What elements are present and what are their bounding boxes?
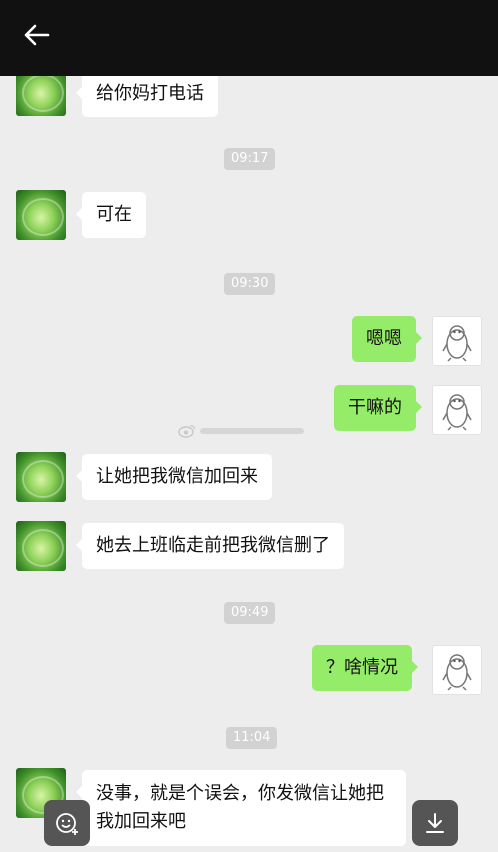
timestamp: 09:30 [224,273,276,295]
weibo-icon [178,425,196,438]
arrow-left-icon [24,24,50,46]
watermark [178,424,304,438]
timestamp: 09:17 [224,148,276,170]
contact-avatar[interactable] [16,521,66,571]
penguin-icon [442,325,472,362]
message-bubble-received[interactable]: 可在 [76,192,146,238]
contact-avatar[interactable] [16,76,66,116]
message-bubble-received[interactable]: 给你妈打电话 [76,76,218,117]
download-button[interactable] [412,800,458,846]
chat-area[interactable]: 给你妈打电话 09:17 可在 09:30 嗯嗯 干嘛的 让她把我微信加回来 她… [0,76,498,852]
timestamp: 11:04 [226,727,278,749]
my-avatar[interactable] [432,316,482,366]
message-bubble-received[interactable]: 她去上班临走前把我微信删了 [76,523,344,569]
message-bubble-received[interactable]: 没事，就是个误会，你发微信让她把我加回来吧 [76,770,406,846]
penguin-icon [442,394,472,431]
my-avatar[interactable] [432,385,482,435]
watermark-text-blur [200,428,304,434]
message-bubble-received[interactable]: 让她把我微信加回来 [76,454,272,500]
top-bar [0,0,498,76]
contact-avatar[interactable] [16,190,66,240]
message-bubble-sent[interactable]: 嗯嗯 [352,316,422,362]
message-bubble-sent[interactable]: ？啥情况 [312,645,418,691]
my-avatar[interactable] [432,645,482,695]
add-emoji-icon [56,813,78,835]
back-button[interactable] [18,20,54,50]
download-icon [426,813,444,833]
message-bubble-sent[interactable]: 干嘛的 [334,385,422,431]
timestamp: 09:49 [224,602,276,624]
contact-avatar[interactable] [16,452,66,502]
penguin-icon [442,654,472,691]
add-emoji-button[interactable] [44,800,90,846]
